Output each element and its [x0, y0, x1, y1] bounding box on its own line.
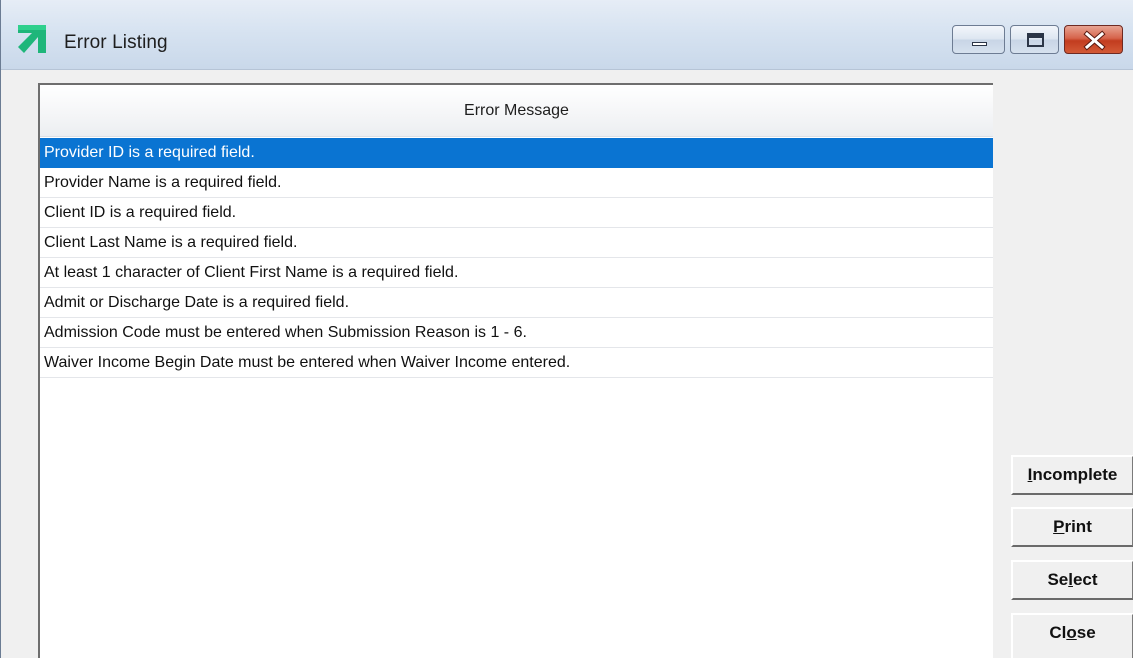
- maximize-icon: [1027, 33, 1044, 47]
- minimize-icon: [972, 42, 987, 46]
- list-item[interactable]: Provider Name is a required field.: [40, 168, 993, 198]
- print-hotkey: P: [1053, 517, 1065, 536]
- close-button[interactable]: Close: [1011, 613, 1133, 658]
- close-label-pre: Cl: [1049, 623, 1067, 642]
- list-item[interactable]: Admit or Discharge Date is a required fi…: [40, 288, 993, 318]
- close-icon: [1083, 30, 1106, 51]
- dialog-client-area: Error Message Provider ID is a required …: [1, 70, 1133, 658]
- list-item[interactable]: Admission Code must be entered when Subm…: [40, 318, 993, 348]
- error-list[interactable]: Error Message Provider ID is a required …: [38, 83, 993, 658]
- title-bar[interactable]: Error Listing: [1, 0, 1133, 70]
- error-listing-window: Error Listing Error Message Provider ID …: [0, 0, 1133, 658]
- maximize-button[interactable]: [1010, 25, 1059, 54]
- incomplete-button[interactable]: Incomplete: [1011, 455, 1133, 495]
- error-rows: Provider ID is a required field. Provide…: [40, 138, 993, 378]
- column-header-label: Error Message: [464, 102, 569, 119]
- list-item[interactable]: Client ID is a required field.: [40, 198, 993, 228]
- select-label-pre: Se: [1047, 570, 1069, 589]
- print-label-post: rint: [1064, 517, 1092, 536]
- close-window-button[interactable]: [1064, 25, 1123, 54]
- close-label-post: se: [1076, 623, 1096, 642]
- app-arrow-icon: [15, 22, 49, 56]
- select-button[interactable]: Select: [1011, 560, 1133, 600]
- print-button[interactable]: Print: [1011, 507, 1133, 547]
- incomplete-label-post: ncomplete: [1032, 465, 1118, 484]
- window-title: Error Listing: [64, 32, 168, 53]
- column-header-error-message[interactable]: Error Message: [40, 85, 993, 137]
- minimize-button[interactable]: [952, 25, 1005, 54]
- list-item[interactable]: Client Last Name is a required field.: [40, 228, 993, 258]
- list-item[interactable]: Waiver Income Begin Date must be entered…: [40, 348, 993, 378]
- list-item[interactable]: At least 1 character of Client First Nam…: [40, 258, 993, 288]
- close-hotkey: o: [1066, 623, 1077, 642]
- list-item[interactable]: Provider ID is a required field.: [40, 138, 993, 168]
- select-label-post: ect: [1072, 570, 1098, 589]
